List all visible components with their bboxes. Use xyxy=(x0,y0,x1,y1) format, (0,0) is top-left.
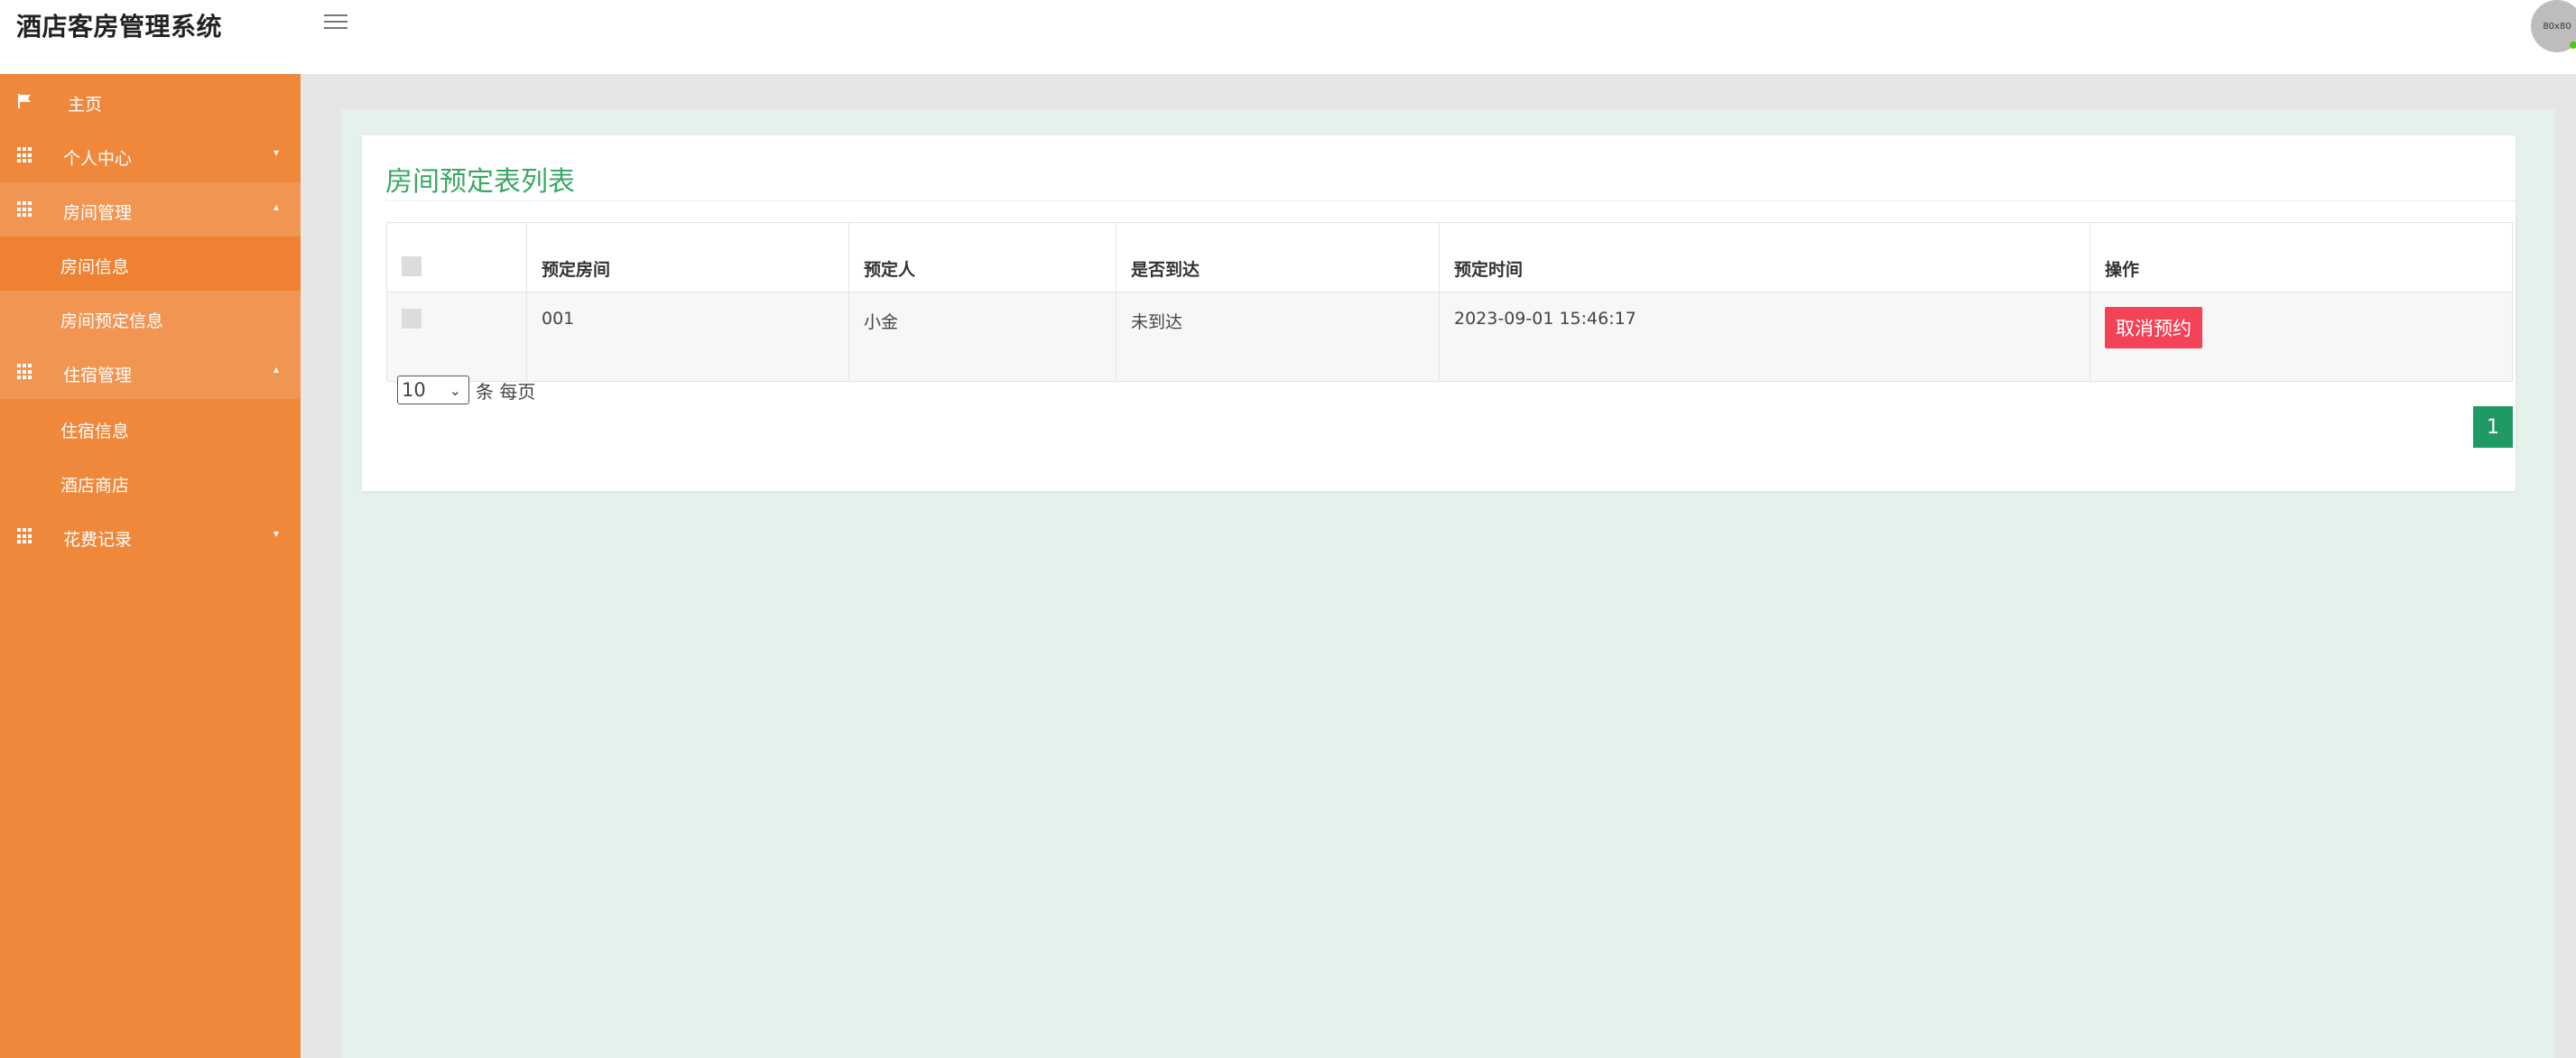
cell-time: 2023-09-01 15:46:17 xyxy=(1439,292,2090,382)
top-bar: 酒店客房管理系统 xyxy=(0,0,2576,74)
sidebar-subitem-label: 房间信息 xyxy=(60,257,130,277)
per-page-control: 10 ⌄ 条 每页 xyxy=(397,376,535,404)
sidebar-subitem-hotel-shop[interactable]: 酒店商店 xyxy=(0,455,301,509)
select-all-cell xyxy=(386,222,527,292)
row-checkbox[interactable] xyxy=(402,309,422,329)
sidebar-subitem-room-booking[interactable]: 房间预定信息 xyxy=(0,291,301,345)
per-page-label: 条 每页 xyxy=(476,380,536,403)
sidebar-item-label: 花费记录 xyxy=(63,530,133,550)
sidebar: 主页 个人中心 ▾ 房间管理 ▴ 房间信息 房间预定信息 住宿管理 ▴ 住宿信息… xyxy=(0,74,301,1058)
sidebar-item-personal-center[interactable]: 个人中心 ▾ xyxy=(0,128,301,182)
sidebar-subitem-label: 酒店商店 xyxy=(60,476,130,496)
caret-down-icon: ▾ xyxy=(273,146,280,159)
caret-up-icon: ▴ xyxy=(273,363,280,376)
table-header-row: 预定房间 预定人 是否到达 预定时间 操作 xyxy=(386,222,2513,292)
sidebar-item-room-management[interactable]: 房间管理 ▴ xyxy=(0,182,301,237)
sidebar-item-expense-records[interactable]: 花费记录 ▾ xyxy=(0,509,301,563)
sidebar-item-label: 住宿管理 xyxy=(63,366,133,385)
sidebar-item-label: 主页 xyxy=(68,95,103,115)
chevron-down-icon: ⌄ xyxy=(449,381,461,399)
per-page-value: 10 xyxy=(402,379,426,401)
sidebar-subitem-label: 房间预定信息 xyxy=(60,311,164,331)
column-header: 操作 xyxy=(2090,222,2513,292)
grid-icon xyxy=(17,147,33,163)
app-title: 酒店客房管理系统 xyxy=(16,12,223,42)
page-title: 房间预定表列表 xyxy=(385,166,575,198)
cell-arrived: 未到达 xyxy=(1116,292,1440,382)
grid-icon xyxy=(17,201,33,218)
column-header[interactable]: 是否到达 xyxy=(1116,222,1440,292)
column-header[interactable]: 预定人 xyxy=(848,222,1117,292)
column-header[interactable]: 预定时间 xyxy=(1439,222,2090,292)
sidebar-item-home[interactable]: 主页 xyxy=(0,74,301,128)
column-header[interactable]: 预定房间 xyxy=(526,222,849,292)
sidebar-subitem-stay-info[interactable]: 住宿信息 xyxy=(0,401,301,455)
cell-room: 001 xyxy=(526,292,849,382)
table-row: 001 小金 未到达 2023-09-01 15:46:17 取消预约 xyxy=(386,292,2513,382)
caret-up-icon: ▴ xyxy=(273,200,280,213)
online-status-dot xyxy=(2570,42,2576,49)
sidebar-item-stay-management[interactable]: 住宿管理 ▴ xyxy=(0,345,301,399)
sidebar-item-label: 个人中心 xyxy=(63,149,133,169)
cell-action: 取消预约 xyxy=(2090,292,2513,382)
select-all-checkbox[interactable] xyxy=(402,256,422,276)
sidebar-item-label: 房间管理 xyxy=(63,203,133,223)
title-divider xyxy=(385,200,2516,201)
menu-toggle-icon[interactable] xyxy=(324,14,347,32)
cell-person: 小金 xyxy=(848,292,1117,382)
row-select-cell xyxy=(386,292,527,382)
sidebar-subitem-room-info[interactable]: 房间信息 xyxy=(0,237,301,291)
cancel-booking-button[interactable]: 取消预约 xyxy=(2105,307,2202,348)
sidebar-subitem-label: 住宿信息 xyxy=(60,422,130,441)
page-button-current[interactable]: 1 xyxy=(2473,406,2513,448)
per-page-select[interactable]: 10 ⌄ xyxy=(397,376,469,404)
grid-icon xyxy=(17,364,33,380)
grid-icon xyxy=(17,528,33,544)
caret-down-icon: ▾ xyxy=(273,527,280,540)
flag-icon xyxy=(17,93,33,109)
booking-table: 预定房间 预定人 是否到达 预定时间 操作 001 小金 未到达 2023-09… xyxy=(386,222,2513,382)
